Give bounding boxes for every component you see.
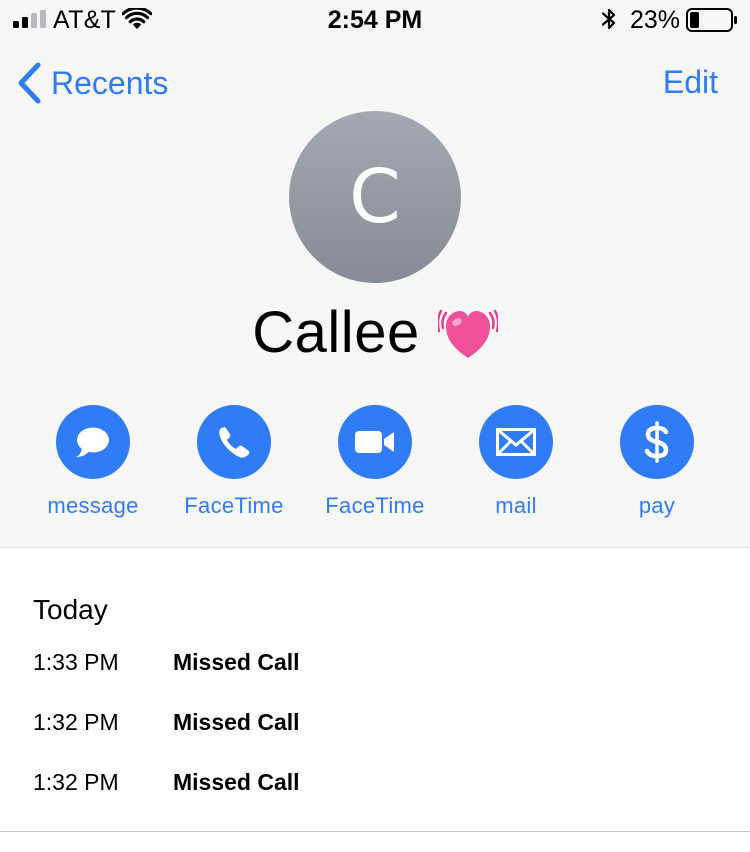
call-row: 1:33 PM Missed Call — [0, 649, 750, 689]
call-status: Missed Call — [173, 769, 300, 795]
chevron-left-icon — [18, 62, 41, 104]
mail-action[interactable]: mail — [456, 405, 576, 519]
pay-action-label: pay — [638, 493, 676, 518]
envelope-icon — [496, 428, 536, 456]
back-button[interactable]: Recents — [16, 60, 168, 106]
beating-heart-icon — [437, 309, 498, 358]
video-camera-icon — [355, 431, 394, 453]
battery-percent: 23% — [630, 6, 681, 34]
pay-action[interactable]: pay — [597, 405, 717, 519]
dollar-icon — [644, 421, 669, 463]
avatar-initial: C — [349, 154, 401, 240]
facetime-audio-action-circle — [197, 405, 271, 479]
call-status: Missed Call — [173, 649, 300, 675]
history-section-title: Today — [33, 594, 108, 625]
mail-action-circle — [479, 405, 553, 479]
battery-icon — [686, 8, 737, 32]
call-time: 1:33 PM — [33, 649, 119, 675]
call-time: 1:32 PM — [33, 709, 119, 735]
edit-button[interactable]: Edit — [663, 64, 718, 101]
facetime-video-action[interactable]: FaceTime — [315, 405, 435, 519]
facetime-audio-action[interactable]: FaceTime — [174, 405, 294, 519]
call-row: 1:32 PM Missed Call — [0, 769, 750, 809]
pay-action-circle — [620, 405, 694, 479]
bluetooth-icon — [601, 8, 616, 30]
mail-action-label: mail — [495, 493, 537, 518]
back-button-label: Recents — [51, 64, 169, 101]
contact-name: Callee — [252, 299, 420, 365]
message-action-circle — [56, 405, 130, 479]
facetime-audio-action-label: FaceTime — [184, 493, 284, 518]
call-time: 1:32 PM — [33, 769, 119, 795]
message-bubble-icon — [76, 427, 109, 457]
status-bar: AT&T 2:54 PM 23% — [0, 0, 750, 40]
call-row: 1:32 PM Missed Call — [0, 709, 750, 749]
contact-name-row: Callee — [0, 294, 750, 370]
facetime-video-action-circle — [338, 405, 412, 479]
call-status: Missed Call — [173, 709, 300, 735]
message-action-label: message — [47, 493, 139, 518]
message-action[interactable]: message — [33, 405, 153, 519]
avatar: C — [289, 111, 461, 283]
divider — [0, 831, 750, 832]
phone-icon — [219, 427, 250, 458]
facetime-video-action-label: FaceTime — [325, 493, 425, 518]
